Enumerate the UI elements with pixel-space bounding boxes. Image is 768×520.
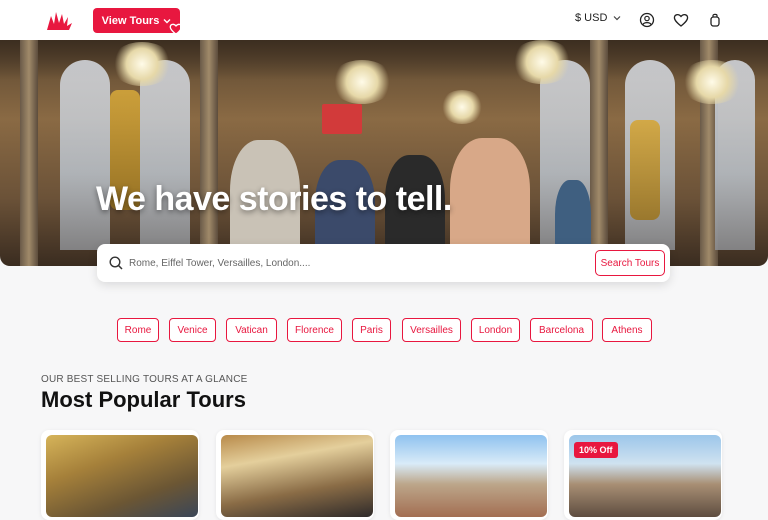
hero-image: [0, 40, 768, 266]
hero-window: [140, 60, 190, 250]
heart-icon[interactable]: [343, 22, 357, 36]
hero-chandelier: [510, 40, 574, 84]
hero-window: [60, 60, 110, 250]
chip-rome[interactable]: Rome: [117, 318, 159, 342]
tour-card[interactable]: [41, 430, 199, 520]
search-input[interactable]: [129, 253, 579, 273]
hero-red-sign: [322, 104, 362, 134]
heart-icon[interactable]: [691, 22, 705, 36]
top-nav: View Tours $ USD: [0, 0, 768, 40]
heart-icon[interactable]: [673, 12, 689, 28]
view-tours-button[interactable]: View Tours: [93, 8, 180, 33]
search-icon: [109, 256, 123, 270]
tour-card[interactable]: [216, 430, 374, 520]
tour-card-image: [221, 435, 373, 517]
tour-card-image: [395, 435, 547, 517]
hero-gold-statue: [630, 120, 660, 220]
hero-title: We have stories to tell.: [96, 180, 452, 218]
chip-florence[interactable]: Florence: [287, 318, 342, 342]
hero-chandelier: [110, 42, 174, 86]
chip-versailles[interactable]: Versailles: [402, 318, 461, 342]
chip-venice[interactable]: Venice: [169, 318, 216, 342]
chip-athens[interactable]: Athens: [602, 318, 652, 342]
chip-barcelona[interactable]: Barcelona: [530, 318, 593, 342]
heart-icon[interactable]: [517, 22, 531, 36]
hero-pillar: [590, 40, 608, 266]
hero-pillar: [20, 40, 38, 266]
logo-icon[interactable]: [45, 10, 73, 32]
tour-card[interactable]: [390, 430, 548, 520]
hero-pillar: [200, 40, 218, 266]
chevron-down-icon: [613, 16, 621, 21]
currency-selector[interactable]: $ USD: [575, 12, 621, 24]
hero-chandelier: [680, 60, 744, 104]
user-icon[interactable]: [639, 12, 655, 28]
section-title: Most Popular Tours: [41, 387, 246, 412]
chip-vatican[interactable]: Vatican: [226, 318, 277, 342]
currency-label: $ USD: [575, 12, 608, 24]
discount-badge: 10% Off: [574, 442, 618, 458]
chip-paris[interactable]: Paris: [352, 318, 391, 342]
heart-icon[interactable]: [169, 22, 183, 36]
tour-card-image: [46, 435, 198, 517]
section-eyebrow: OUR BEST SELLING TOURS AT A GLANCE: [41, 374, 248, 385]
bag-icon[interactable]: [707, 12, 723, 28]
search-bar: Search Tours: [97, 244, 670, 282]
view-tours-label: View Tours: [101, 14, 160, 27]
search-tours-button[interactable]: Search Tours: [595, 250, 665, 276]
hero-chandelier: [440, 90, 484, 124]
chip-london[interactable]: London: [471, 318, 520, 342]
hero-chandelier: [330, 60, 394, 104]
hero-banner: We have stories to tell.: [0, 40, 768, 266]
